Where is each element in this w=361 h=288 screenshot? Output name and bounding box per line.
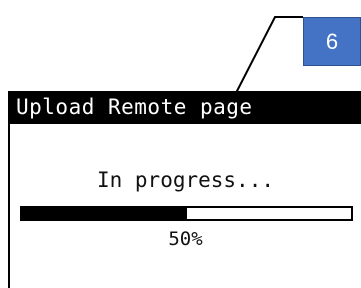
progress-bar <box>20 206 353 221</box>
callout-number-badge: 6 <box>303 17 361 66</box>
screen-title: Upload Remote page <box>16 95 253 119</box>
progress-percent: 50% <box>168 228 203 250</box>
screen-title-bar: Upload Remote page <box>8 91 361 124</box>
callout-number: 6 <box>325 28 339 54</box>
status-text: In progress... <box>96 168 274 192</box>
progress-bar-fill <box>22 208 187 219</box>
